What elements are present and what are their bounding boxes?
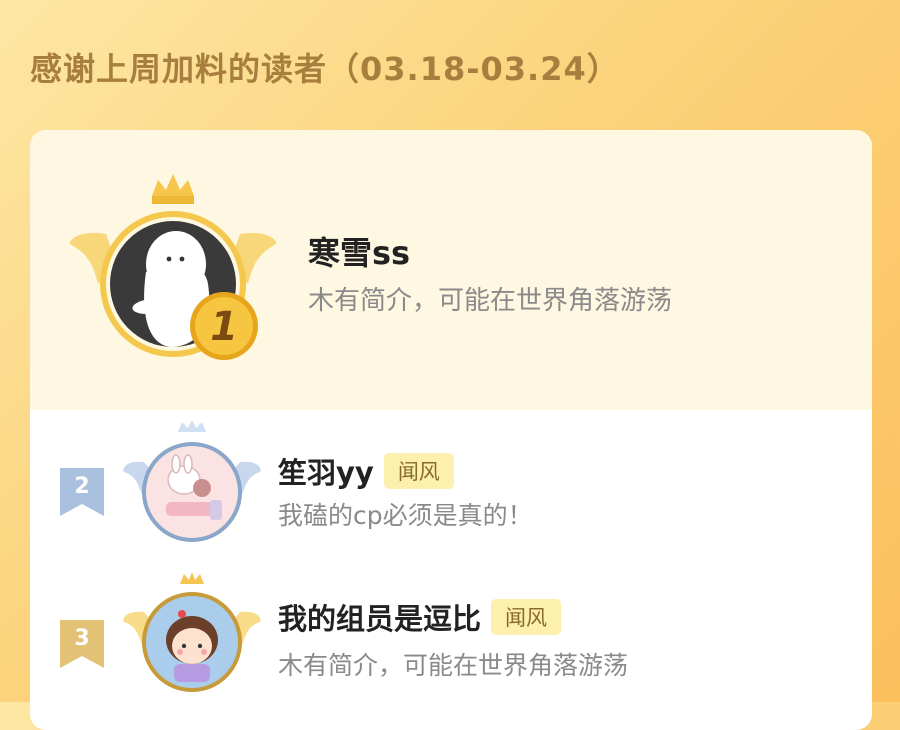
- first-place-avatar-frame[interactable]: 1: [68, 174, 278, 374]
- first-place-bio: 木有简介，可能在世界角落游荡: [308, 286, 673, 316]
- rank-2-badge-icon: 2: [60, 468, 104, 516]
- crown-icon: [152, 174, 194, 204]
- page-title: 感谢上周加料的读者（03.18-03.24）: [30, 50, 620, 88]
- first-place-name[interactable]: 寒雪ss: [308, 228, 410, 274]
- list-item-name[interactable]: 我的组员是逗比: [278, 596, 481, 638]
- crown-icon: [180, 572, 204, 584]
- crown-icon: [178, 420, 206, 432]
- status-badge: 闻风: [491, 599, 562, 635]
- svg-text:1: 1: [210, 304, 238, 350]
- list-item[interactable]: 2 笙羽yy 闻风 我磕的cp必须是真的！: [30, 420, 872, 560]
- avatar[interactable]: [122, 570, 262, 700]
- first-place-section[interactable]: 1 寒雪ss 木有简介，可能在世界角落游荡: [30, 130, 872, 410]
- list-item[interactable]: 3 我的组员是逗比 闻风 木有简介，可能在世界角落游荡: [30, 570, 872, 710]
- list-item-bio: 木有简介，可能在世界角落游荡: [278, 651, 629, 680]
- list-item-name[interactable]: 笙羽yy: [278, 450, 374, 492]
- rank-1-medal-icon: 1: [190, 292, 258, 360]
- rank-3-badge-icon: 3: [60, 620, 104, 668]
- leaderboard-card: 1 寒雪ss 木有简介，可能在世界角落游荡 2 笙羽yy 闻风 我磕的cp必须是…: [30, 130, 872, 730]
- list-item-bio: 我磕的cp必须是真的！: [278, 501, 533, 530]
- status-badge: 闻风: [383, 453, 454, 489]
- avatar[interactable]: [122, 420, 262, 550]
